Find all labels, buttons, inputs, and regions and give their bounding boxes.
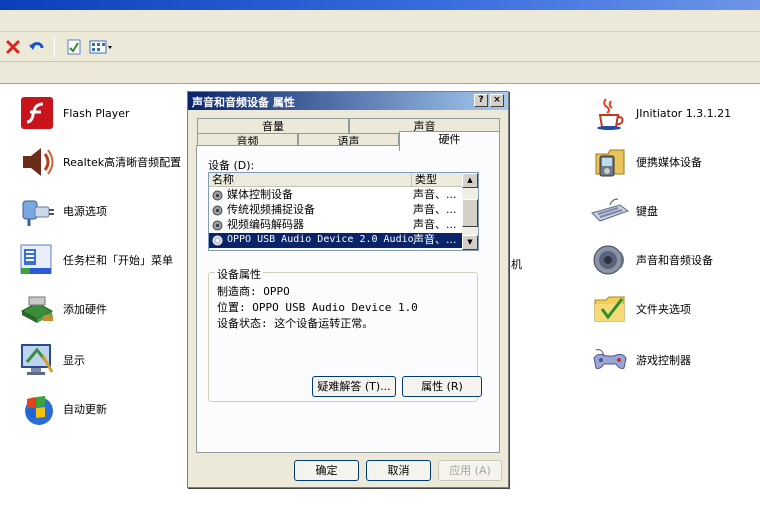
cp-item-game-controllers[interactable]: 游戏控制器 [590, 340, 691, 380]
cp-item-portable-media[interactable]: 便携媒体设备 [590, 142, 702, 182]
cp-item-power-options[interactable]: 电源选项 [17, 191, 107, 231]
device-name: OPPO USB Audio Device 2.0 Audio [227, 234, 414, 245]
column-header-name[interactable]: 名称 [209, 173, 411, 187]
delete-icon[interactable] [2, 36, 24, 58]
devices-label: 设备 (D): [208, 159, 255, 172]
cp-item-sound-audio[interactable]: 声音和音频设备 [590, 240, 713, 280]
keyboard-icon [590, 191, 630, 231]
java-icon [590, 93, 630, 133]
manufacturer-text: 制造商: OPPO [217, 285, 290, 298]
device-name: 媒体控制设备 [227, 188, 293, 201]
location-text: 位置: OPPO USB Audio Device 1.0 [217, 301, 418, 314]
automatic-updates-icon [17, 389, 57, 429]
device-row[interactable]: 媒体控制设备 声音、... [209, 188, 471, 203]
apply-button[interactable]: 应用 (A) [438, 460, 502, 481]
cp-item-realtek-audio[interactable]: Realtek高清晰音频配置 [17, 142, 181, 182]
devices-scrollbar[interactable]: ▲ ▼ [462, 173, 478, 250]
audio-device-icon [212, 235, 223, 246]
device-properties-title: 设备属性 [215, 266, 263, 282]
display-icon [17, 340, 57, 380]
tab-hardware[interactable]: 硬件 [399, 131, 500, 151]
menu-bar [0, 10, 760, 32]
cp-label: 任务栏和「开始」菜单 [63, 254, 173, 267]
device-type: 声音、... [413, 233, 457, 246]
close-button[interactable]: × [490, 94, 504, 107]
cp-label: 游戏控制器 [636, 354, 691, 367]
cp-label: 声音和音频设备 [636, 254, 713, 267]
cp-label: Realtek高清晰音频配置 [63, 156, 182, 169]
audio-device-icon [212, 205, 223, 216]
properties-button[interactable]: 属性 (R) [402, 376, 482, 397]
power-options-icon [17, 191, 57, 231]
scroll-up-arrow-icon[interactable]: ▲ [462, 173, 478, 188]
partial-item-label: 机 [511, 258, 522, 271]
devices-list[interactable]: 名称 类型 媒体控制设备 声音、... 传统视频捕捉设备 声音、... 视频编码… [208, 172, 479, 251]
cp-label: 电源选项 [63, 205, 107, 218]
undo-icon[interactable] [26, 36, 48, 58]
cp-item-display[interactable]: 显示 [17, 340, 85, 380]
device-status-text: 设备状态: 这个设备运转正常。 [217, 317, 374, 330]
cp-label: 自动更新 [63, 403, 107, 416]
toolbar [0, 32, 760, 62]
help-button[interactable]: ? [474, 94, 488, 107]
cp-item-add-hardware[interactable]: 添加硬件 [17, 289, 107, 329]
sound-audio-properties-dialog: 声音和音频设备 属性 ? × 音量 声音 音频 语声 硬件 设备 (D): 名称… [187, 91, 509, 488]
window-title-bar [0, 0, 760, 10]
toolbar-separator [54, 36, 55, 57]
device-type: 声音、... [413, 203, 457, 216]
cp-item-automatic-updates[interactable]: 自动更新 [17, 389, 107, 429]
cp-label: 添加硬件 [63, 303, 107, 316]
device-name: 传统视频捕捉设备 [227, 203, 315, 216]
add-hardware-icon [17, 289, 57, 329]
flash-player-icon [17, 93, 57, 133]
dialog-title: 声音和音频设备 属性 [192, 96, 295, 109]
cp-item-keyboard[interactable]: 键盘 [590, 191, 658, 231]
device-row[interactable]: 视频编码解码器 声音、... [209, 218, 471, 233]
cp-label: Flash Player [63, 106, 130, 120]
realtek-audio-icon [17, 142, 57, 182]
properties-icon[interactable] [63, 36, 85, 58]
device-type: 声音、... [413, 188, 457, 201]
cp-label: JInitiator 1.3.1.21 [636, 106, 732, 120]
dialog-title-bar: 声音和音频设备 属性 ? × [188, 92, 508, 110]
device-row[interactable]: 传统视频捕捉设备 声音、... [209, 203, 471, 218]
ok-button[interactable]: 确定 [294, 460, 359, 481]
cp-item-jinitiator[interactable]: JInitiator 1.3.1.21 [590, 93, 731, 133]
audio-device-icon [212, 220, 223, 231]
device-row-selected[interactable]: OPPO USB Audio Device 2.0 Audio 声音、... [209, 233, 471, 248]
device-type: 声音、... [413, 218, 457, 231]
cp-item-folder-options[interactable]: 文件夹选项 [590, 289, 691, 329]
cp-item-flash-player[interactable]: Flash Player [17, 93, 130, 133]
cancel-button[interactable]: 取消 [366, 460, 431, 481]
troubleshoot-button[interactable]: 疑难解答 (T)... [312, 376, 396, 397]
views-icon[interactable] [87, 36, 115, 58]
device-name: 视频编码解码器 [227, 218, 304, 231]
address-bar [0, 62, 760, 84]
audio-device-icon [212, 190, 223, 201]
game-controller-icon [590, 340, 630, 380]
portable-media-icon [590, 142, 630, 182]
taskbar-icon [17, 240, 57, 280]
cp-label: 键盘 [636, 205, 658, 218]
scroll-down-arrow-icon[interactable]: ▼ [462, 235, 478, 250]
folder-options-icon [590, 289, 630, 329]
speaker-icon [590, 240, 630, 280]
scroll-thumb[interactable] [462, 199, 478, 227]
cp-label: 显示 [63, 354, 85, 367]
cp-label: 便携媒体设备 [636, 156, 702, 169]
cp-item-taskbar[interactable]: 任务栏和「开始」菜单 [17, 240, 173, 280]
cp-label: 文件夹选项 [636, 303, 691, 316]
